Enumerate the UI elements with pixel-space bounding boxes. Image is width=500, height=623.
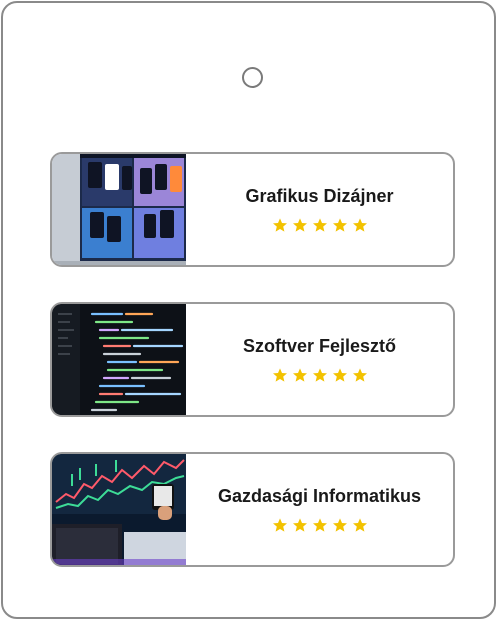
course-thumbnail-code — [52, 304, 186, 415]
course-card-business-informatics[interactable]: Gazdasági Informatikus — [50, 452, 455, 567]
course-card-graphic-designer[interactable]: Grafikus Dizájner — [50, 152, 455, 267]
course-title: Grafikus Dizájner — [245, 186, 394, 206]
device-frame: Grafikus Dizájner Szoftver Fejlesztő Gaz… — [1, 1, 496, 619]
star-icon — [312, 517, 328, 533]
course-title: Gazdasági Informatikus — [217, 486, 422, 506]
star-icon — [352, 217, 368, 233]
star-icon — [272, 217, 288, 233]
star-icon — [332, 217, 348, 233]
star-icon — [292, 517, 308, 533]
star-icon — [332, 367, 348, 383]
course-card-software-developer[interactable]: Szoftver Fejlesztő — [50, 302, 455, 417]
star-rating — [272, 367, 368, 383]
star-icon — [332, 517, 348, 533]
course-thumbnail-design — [52, 154, 186, 265]
course-thumbnail-trading — [52, 454, 186, 565]
star-icon — [272, 367, 288, 383]
star-icon — [272, 517, 288, 533]
star-icon — [312, 217, 328, 233]
star-icon — [312, 367, 328, 383]
hang-hole-icon — [242, 67, 263, 88]
star-rating — [272, 517, 368, 533]
course-title: Szoftver Fejlesztő — [242, 336, 397, 356]
star-icon — [292, 367, 308, 383]
star-icon — [352, 367, 368, 383]
star-rating — [272, 217, 368, 233]
star-icon — [292, 217, 308, 233]
star-icon — [352, 517, 368, 533]
